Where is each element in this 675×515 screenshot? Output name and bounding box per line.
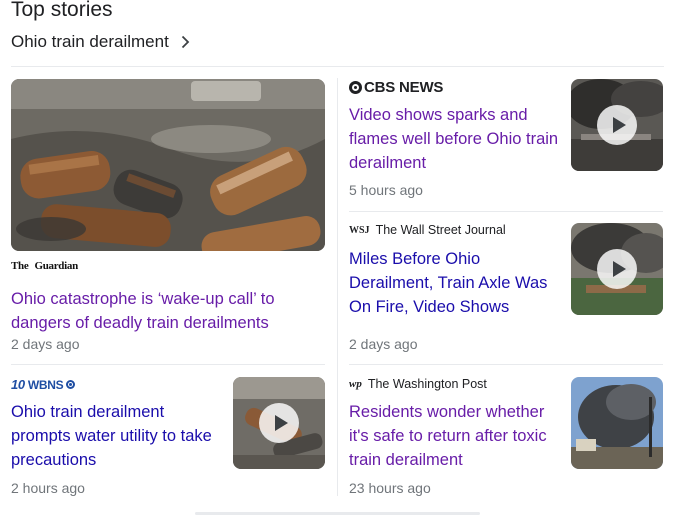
left-row-divider — [11, 364, 325, 365]
wsj-thumbnail[interactable] — [571, 223, 663, 315]
header-divider — [11, 66, 664, 67]
cbs-headline[interactable]: Video shows sparks and flames well befor… — [349, 103, 559, 175]
wbns-logo: 10 WBNS — [11, 377, 76, 392]
wsj-source-name: The Wall Street Journal — [375, 223, 506, 237]
wbns-time: 2 hours ago — [11, 480, 85, 496]
wapo-headline[interactable]: Residents wonder whether it's safe to re… — [349, 400, 559, 472]
wapo-logo: wp — [349, 378, 362, 390]
wbns-headline[interactable]: Ohio train derailment prompts water util… — [11, 400, 221, 472]
wsj-logo: WSJ — [349, 224, 370, 236]
right-row-divider-1 — [349, 211, 663, 212]
wsj-source: WSJ The Wall Street Journal — [349, 223, 506, 237]
wsj-time: 2 days ago — [349, 336, 418, 352]
guardian-headline[interactable]: Ohio catastrophe is ‘wake-up call’ to da… — [11, 287, 311, 335]
play-icon — [597, 249, 637, 289]
wapo-time: 23 hours ago — [349, 480, 431, 496]
wbns-eye-icon — [66, 380, 76, 389]
top-stories-title: Top stories — [11, 0, 113, 21]
guardian-logo: The Guardian — [11, 260, 78, 272]
wapo-source: wp The Washington Post — [349, 377, 487, 391]
guardian-time: 2 days ago — [11, 336, 80, 352]
cbs-thumbnail[interactable] — [571, 79, 663, 171]
play-icon — [597, 105, 637, 145]
cbs-time: 5 hours ago — [349, 182, 423, 198]
derailment-photo-large[interactable] — [11, 79, 325, 251]
wapo-source-name: The Washington Post — [367, 377, 487, 391]
cbs-eye-icon — [349, 81, 362, 94]
wbns-thumbnail[interactable] — [233, 377, 325, 469]
wapo-image — [571, 377, 663, 469]
cbs-logo: CBS NEWS — [349, 79, 443, 96]
column-divider — [337, 78, 338, 496]
topic-label: Ohio train derailment — [11, 32, 169, 51]
topic-link[interactable]: Ohio train derailment — [11, 32, 193, 52]
wsj-headline[interactable]: Miles Before Ohio Derailment, Train Axle… — [349, 247, 559, 319]
play-icon — [259, 403, 299, 443]
chevron-right-icon — [181, 35, 190, 49]
derailment-image — [11, 79, 325, 251]
right-row-divider-2 — [349, 364, 663, 365]
wapo-thumbnail[interactable] — [571, 377, 663, 469]
